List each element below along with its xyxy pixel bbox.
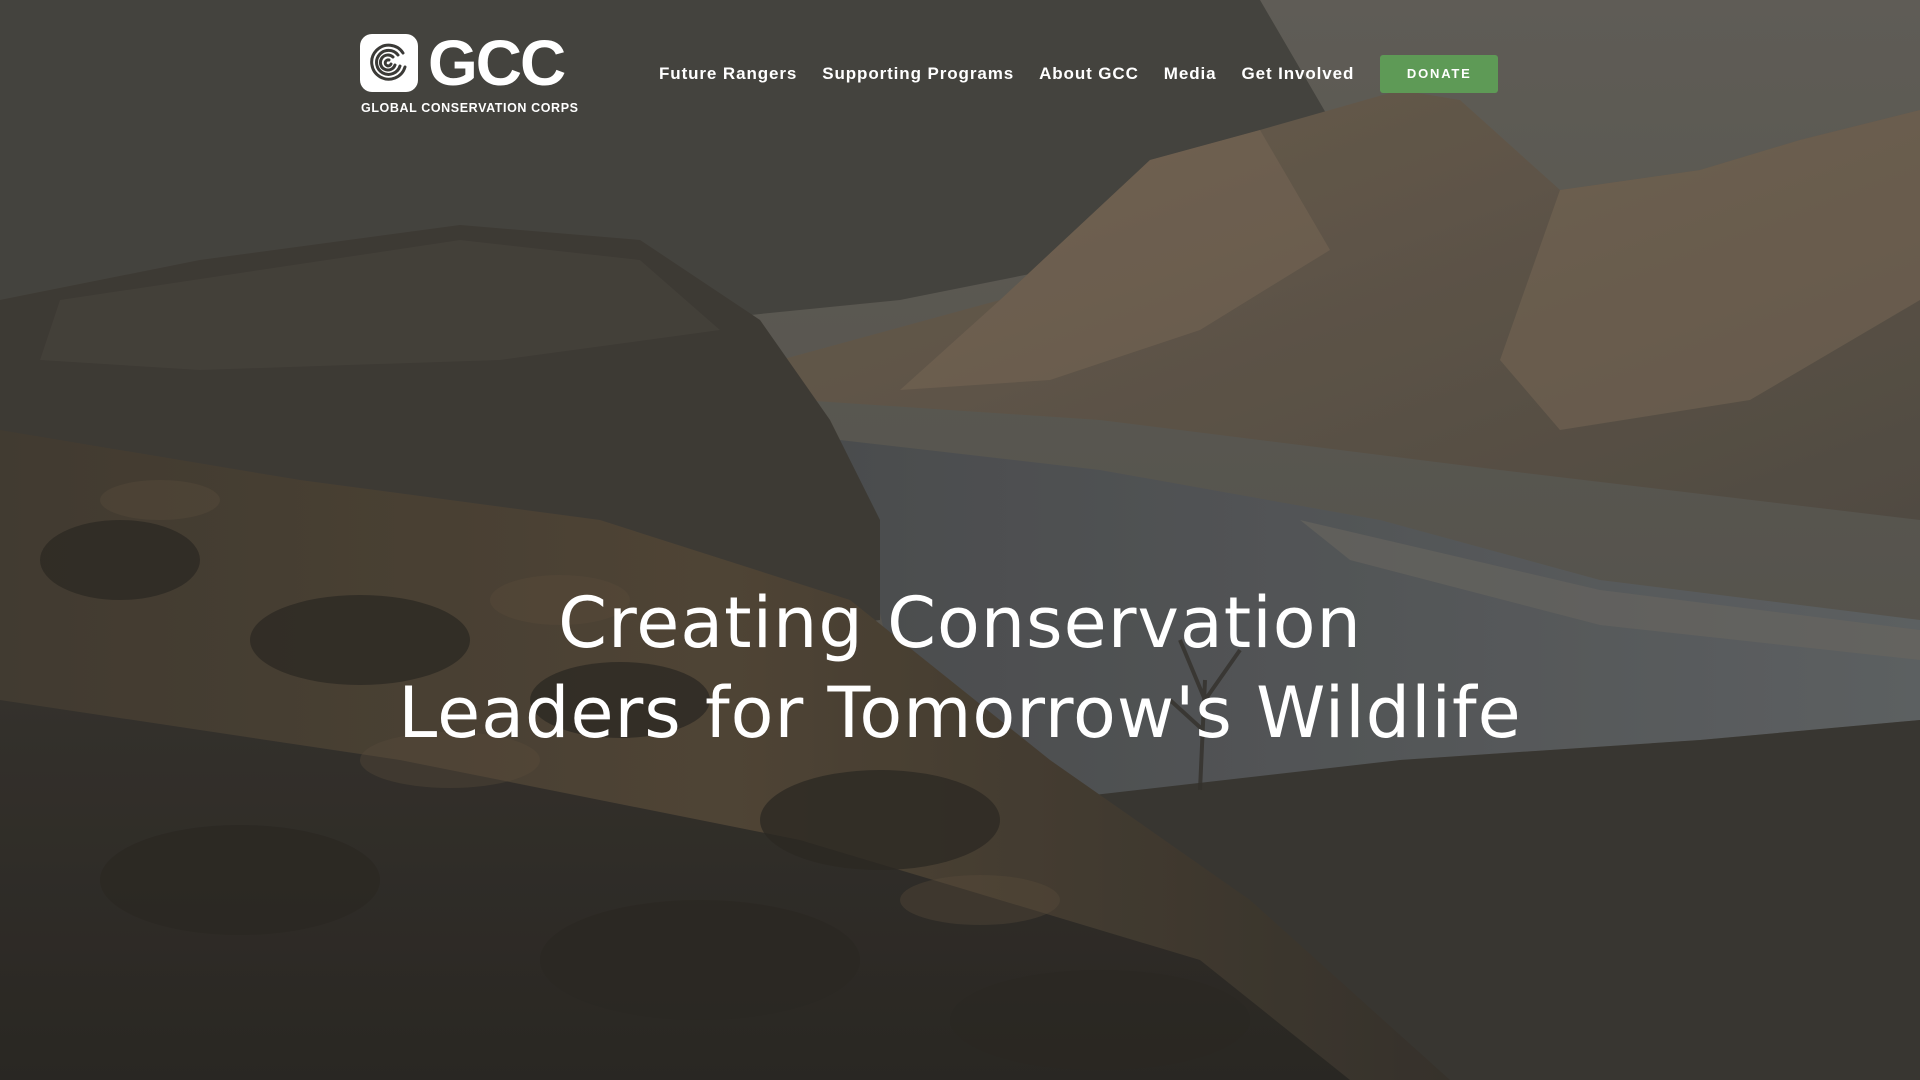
logo-tagline: GLOBAL CONSERVATION CORPS bbox=[361, 101, 579, 115]
hero-headline: Creating Conservation Leaders for Tomorr… bbox=[0, 578, 1920, 758]
nav-item-supporting-programs[interactable]: Supporting Programs bbox=[822, 64, 1014, 84]
site-header: GCC GLOBAL CONSERVATION CORPS Future Ran… bbox=[0, 0, 1920, 130]
logo-link[interactable]: GCC GLOBAL CONSERVATION CORPS bbox=[360, 28, 578, 118]
donate-button[interactable]: DONATE bbox=[1380, 55, 1499, 93]
hero-overlay bbox=[0, 0, 1920, 1080]
nav-item-about-gcc[interactable]: About GCC bbox=[1039, 64, 1139, 84]
hero-section: GCC GLOBAL CONSERVATION CORPS Future Ran… bbox=[0, 0, 1920, 1080]
spiral-fingerprint-icon bbox=[360, 34, 418, 92]
nav-item-media[interactable]: Media bbox=[1164, 64, 1217, 84]
nav-item-future-rangers[interactable]: Future Rangers bbox=[659, 64, 797, 84]
hero-headline-line-2: Leaders for Tomorrow's Wildlife bbox=[398, 672, 1522, 754]
logo-wordmark: GCC bbox=[428, 27, 566, 99]
main-navigation: Future Rangers Supporting Programs About… bbox=[659, 54, 1499, 94]
nav-item-get-involved[interactable]: Get Involved bbox=[1241, 64, 1354, 84]
hero-headline-line-1: Creating Conservation bbox=[558, 582, 1362, 664]
